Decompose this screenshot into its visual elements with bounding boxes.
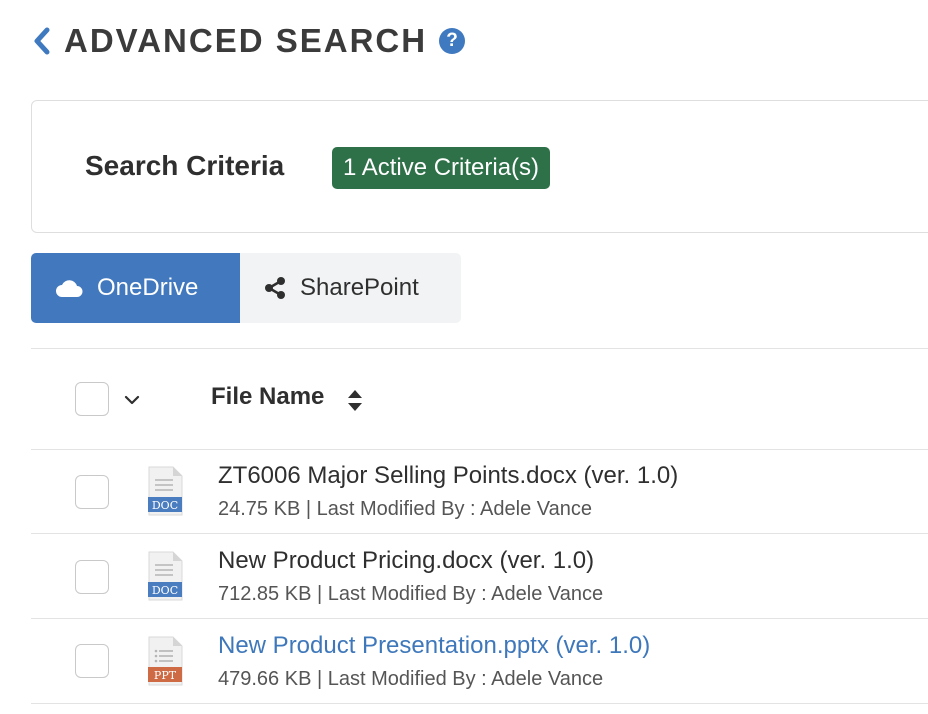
tab-sharepoint-label: SharePoint (300, 274, 419, 301)
file-type-label: DOC (152, 499, 178, 512)
divider (31, 618, 928, 619)
meta-separator: | (316, 668, 323, 690)
page-header: ADVANCED SEARCH ? (32, 20, 466, 62)
divider (31, 703, 928, 704)
chevron-down-icon[interactable] (123, 392, 141, 408)
meta-separator: | (305, 498, 312, 520)
file-meta: 479.66 KB | Last Modified By : Adele Van… (218, 668, 603, 691)
column-header-file-name[interactable]: File Name (211, 383, 324, 411)
sort-icon[interactable] (346, 388, 364, 419)
active-criteria-badge[interactable]: 1 Active Criteria(s) (332, 147, 551, 189)
file-meta: 712.85 KB | Last Modified By : Adele Van… (218, 583, 603, 606)
last-modified-by: Last Modified By : Adele Vance (327, 583, 604, 605)
file-name-link[interactable]: New Product Presentation.pptx (ver. 1.0) (218, 632, 650, 660)
divider (31, 449, 928, 450)
row-checkbox[interactable] (75, 560, 109, 594)
last-modified-by: Last Modified By : Adele Vance (327, 668, 604, 690)
last-modified-by: Last Modified By : Adele Vance (316, 498, 592, 520)
doc-file-icon: DOC (146, 466, 184, 516)
search-criteria-panel: Search Criteria 1 Active Criteria(s) (31, 100, 928, 233)
chevron-left-icon[interactable] (32, 24, 54, 58)
source-tabs: OneDrive SharePoint (31, 253, 461, 323)
select-all-checkbox[interactable] (75, 382, 109, 416)
file-size: 712.85 KB (218, 583, 312, 605)
file-size: 479.66 KB (218, 668, 312, 690)
doc-file-icon: DOC (146, 551, 184, 601)
divider (31, 348, 928, 349)
question-circle-icon[interactable]: ? (439, 28, 466, 54)
cloud-icon (55, 278, 83, 298)
file-type-label: DOC (152, 584, 178, 597)
file-meta: 24.75 KB | Last Modified By : Adele Vanc… (218, 498, 592, 521)
search-criteria-title: Search Criteria (85, 150, 285, 181)
page-title: ADVANCED SEARCH (64, 22, 428, 59)
file-name[interactable]: New Product Pricing.docx (ver. 1.0) (218, 547, 594, 575)
file-name[interactable]: ZT6006 Major Selling Points.docx (ver. 1… (218, 462, 678, 490)
tab-onedrive-label: OneDrive (97, 274, 199, 301)
row-checkbox[interactable] (75, 475, 109, 509)
ppt-file-icon: PPT (146, 636, 184, 686)
row-checkbox[interactable] (75, 644, 109, 678)
file-type-label: PPT (154, 669, 177, 682)
tab-onedrive[interactable]: OneDrive (31, 253, 240, 323)
file-size: 24.75 KB (218, 498, 301, 520)
share-icon (264, 277, 286, 299)
tab-sharepoint[interactable]: SharePoint (240, 253, 461, 323)
meta-separator: | (316, 583, 323, 605)
divider (31, 533, 928, 534)
